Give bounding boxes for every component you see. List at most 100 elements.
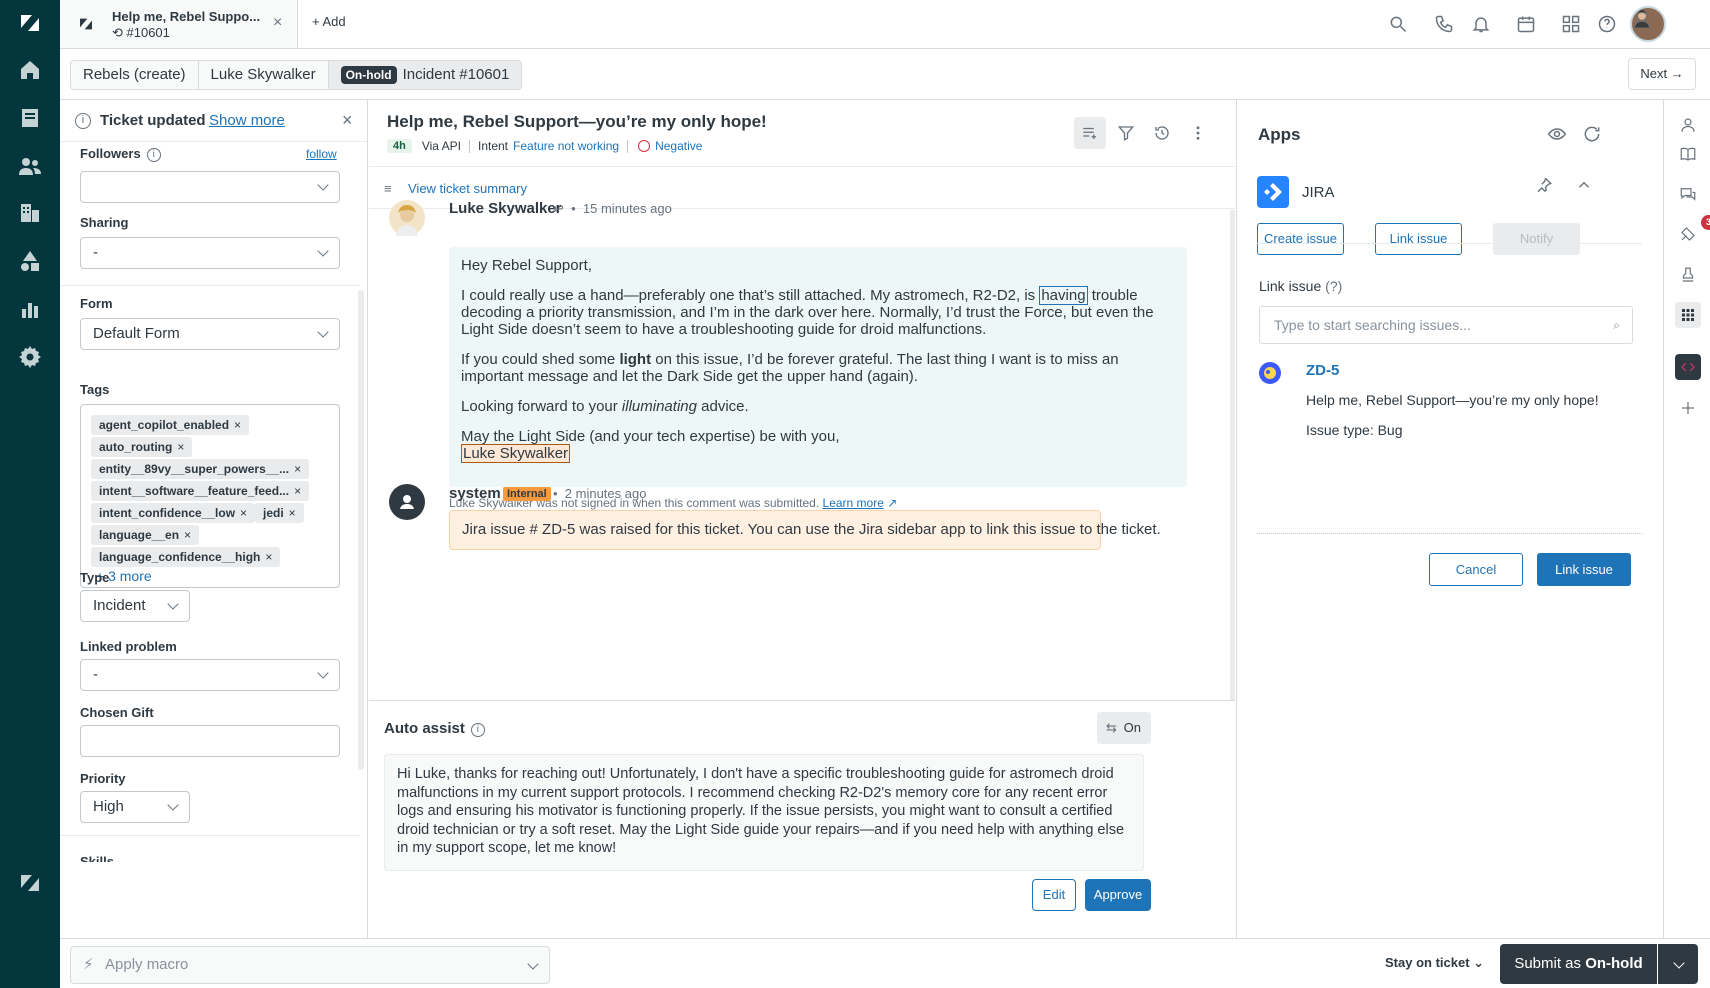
breadcrumb-ticket[interactable]: On-hold Incident #10601 (328, 61, 522, 89)
tags-input[interactable]: agent_copilot_enabled × auto_routing × ent… (80, 404, 340, 588)
close-tab-icon[interactable]: × (273, 14, 282, 32)
message-author[interactable]: Luke Skywalker (449, 200, 562, 217)
tab-ticket-id-value: #10601 (126, 25, 170, 40)
linked-problem-select[interactable]: - (80, 659, 340, 691)
remove-tag-icon[interactable]: × (289, 506, 296, 520)
issue-search-placeholder: Type to start searching issues... (1274, 317, 1471, 333)
issue-key-link[interactable]: ZD-5 (1306, 362, 1339, 379)
message-signature[interactable]: Luke Skywalker (461, 444, 571, 463)
auto-assist-toggle[interactable]: ⇆ On (1097, 712, 1151, 744)
remove-tag-icon[interactable]: × (184, 528, 191, 542)
help-link[interactable]: (?) (1325, 278, 1342, 294)
type-value: Incident (93, 597, 146, 614)
submit-button[interactable]: Submit as On-hold (1500, 944, 1657, 984)
apply-macro-select[interactable]: ⚡ Apply macro (70, 946, 550, 984)
organizations-icon[interactable] (15, 198, 45, 228)
remove-tag-icon[interactable]: × (240, 506, 247, 520)
conversations-icon[interactable] (1675, 181, 1701, 207)
ticket-tab[interactable]: Help me, Rebel Suppo... ⟲ #10601 × (60, 0, 298, 48)
reporting-icon[interactable] (15, 294, 45, 324)
tag: entity__89vy__super_powers__... × (91, 459, 310, 479)
pin-icon[interactable] (1535, 176, 1555, 196)
learn-more-link[interactable]: Learn more (823, 496, 884, 510)
auto-assist-title: Auto assist i (384, 720, 485, 737)
link-issue-tab-button[interactable]: Link issue (1375, 223, 1462, 255)
filter-icon[interactable] (1110, 117, 1142, 149)
message-text: advice. (696, 398, 749, 415)
edit-button[interactable]: Edit (1032, 879, 1076, 911)
followers-info-icon[interactable]: i (146, 148, 161, 162)
message-paragraph: I could really use a hand—preferably one… (461, 286, 1175, 338)
products-grid-icon[interactable] (1559, 12, 1583, 36)
message-body: Hey Rebel Support, I could really use a … (449, 247, 1187, 487)
remove-tag-icon[interactable]: × (294, 462, 301, 476)
breadcrumb-requester[interactable]: Luke Skywalker (199, 61, 329, 89)
followers-label-text: Followers (80, 146, 141, 161)
zendesk-product-icon[interactable] (15, 868, 45, 898)
remove-tag-icon[interactable]: × (265, 550, 272, 564)
more-options-icon[interactable] (1182, 117, 1214, 149)
user-avatar[interactable] (1630, 6, 1666, 42)
form-select[interactable]: Default Form (80, 318, 340, 350)
remove-tag-icon[interactable]: × (177, 440, 184, 454)
eye-icon[interactable] (1547, 124, 1567, 144)
auto-assist-info-icon[interactable]: i (470, 723, 485, 737)
zendesk-logo-icon[interactable] (15, 8, 45, 38)
conversation-view-icon[interactable] (1074, 117, 1106, 149)
cancel-button[interactable]: Cancel (1429, 553, 1523, 586)
priority-label: Priority (80, 771, 126, 786)
sentiment-value[interactable]: Negative (655, 139, 702, 153)
close-notice-icon[interactable]: × (342, 110, 353, 131)
remove-tag-icon[interactable]: × (234, 418, 241, 432)
section-divider (60, 285, 360, 286)
add-tab-button[interactable]: + Add (312, 14, 346, 29)
admin-gear-icon[interactable] (15, 342, 45, 372)
view-ticket-summary-link[interactable]: View ticket summary (408, 181, 527, 196)
sharing-value: - (93, 244, 98, 261)
phone-icon[interactable] (1432, 12, 1456, 36)
apps-grid-icon[interactable] (1675, 302, 1701, 328)
apps-panel: Apps JIRA Create issue Link issue Notify… (1236, 100, 1664, 938)
refresh-icon[interactable] (1582, 124, 1602, 144)
sharing-select[interactable]: - (80, 237, 340, 269)
home-icon[interactable] (15, 55, 45, 85)
intent-value[interactable]: Feature not working (513, 139, 619, 153)
follow-link[interactable]: follow (306, 147, 337, 161)
stamp-icon[interactable] (1675, 262, 1701, 288)
views-icon[interactable] (15, 103, 45, 133)
submit-prefix: Submit as (1514, 955, 1586, 972)
show-more-link[interactable]: Show more (209, 112, 285, 129)
search-icon[interactable] (1386, 12, 1410, 36)
breadcrumb-organization[interactable]: Rebels (create) (71, 61, 199, 89)
auto-assist-icon: ⇆ (1106, 720, 1117, 735)
approve-button[interactable]: Approve (1085, 879, 1151, 911)
issue-search-input[interactable]: Type to start searching issues... ⌕ (1259, 306, 1633, 344)
history-icon[interactable] (1146, 117, 1178, 149)
priority-select[interactable]: High (80, 791, 190, 823)
message-timestamp-value: 15 minutes ago (582, 201, 672, 216)
stay-on-ticket-dropdown[interactable]: Stay on ticket ⌄ (1385, 955, 1484, 971)
remove-tag-icon[interactable]: × (294, 484, 301, 498)
customer-context-icon[interactable] (1675, 112, 1701, 138)
section-divider (1257, 243, 1642, 244)
tab-title: Help me, Rebel Suppo... (112, 9, 261, 24)
add-app-plus-icon[interactable] (1675, 395, 1701, 421)
customers-icon[interactable] (15, 151, 45, 181)
knowledge-book-icon[interactable] (1675, 141, 1701, 167)
left-panel-scrollbar[interactable] (358, 290, 364, 770)
type-select[interactable]: Incident (80, 590, 190, 622)
collapse-chevron-up-icon[interactable] (1575, 176, 1595, 196)
help-icon[interactable] (1595, 12, 1619, 36)
intelligence-icon[interactable]: 3 (1675, 215, 1710, 247)
chosen-gift-input[interactable] (80, 725, 340, 757)
create-issue-button[interactable]: Create issue (1257, 223, 1344, 255)
submit-options-dropdown[interactable] (1658, 944, 1698, 984)
notifications-bell-icon[interactable] (1469, 12, 1493, 36)
guide-icon[interactable] (15, 246, 45, 276)
link-issue-button[interactable]: Link issue (1537, 553, 1631, 586)
next-ticket-button[interactable]: Next → (1628, 58, 1696, 90)
code-app-icon[interactable] (1675, 354, 1701, 380)
calendar-icon[interactable] (1514, 12, 1538, 36)
highlighted-word[interactable]: having (1039, 286, 1088, 305)
followers-select[interactable] (80, 171, 340, 203)
